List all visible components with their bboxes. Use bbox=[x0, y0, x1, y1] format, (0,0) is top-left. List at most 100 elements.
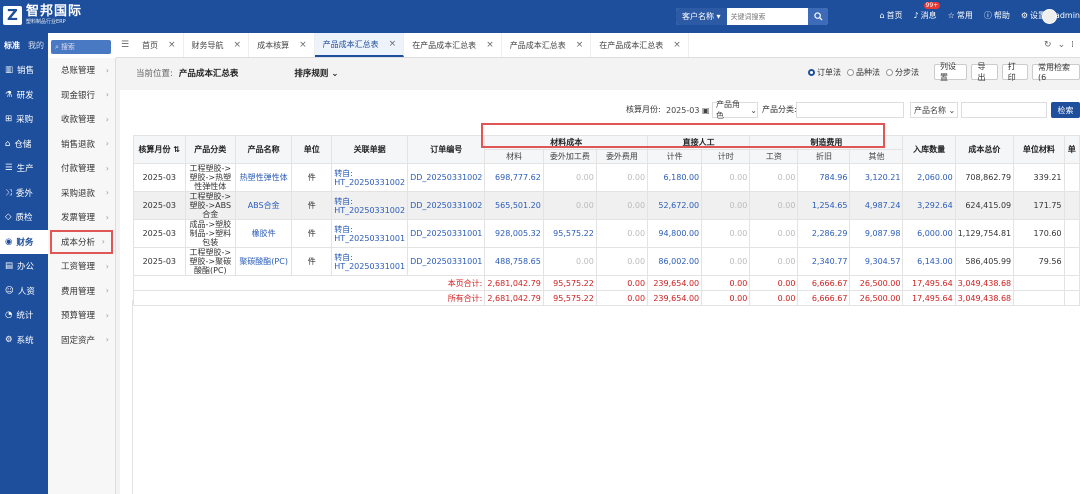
cell-value[interactable]: 6,143.00 bbox=[902, 247, 956, 276]
cell-value[interactable]: 3,292.64 bbox=[902, 191, 956, 220]
cell-value[interactable]: 488,758.65 bbox=[484, 247, 544, 276]
menu-item[interactable]: 工资管理 › bbox=[48, 254, 115, 279]
cell-doc-link[interactable]: 转自: HT_20250331001 bbox=[331, 219, 409, 248]
cell-value[interactable]: 2,340.77 bbox=[797, 247, 851, 276]
radio-variety-method[interactable]: 品种法 bbox=[847, 67, 880, 78]
search-scope-select[interactable]: 客户名称 ▾ bbox=[676, 8, 727, 25]
cell-value[interactable]: 2,286.29 bbox=[797, 219, 851, 248]
cell-value[interactable]: 9,087.98 bbox=[849, 219, 904, 248]
nav-favorites[interactable]: ☆ 常用 bbox=[948, 10, 973, 21]
close-icon[interactable]: × bbox=[234, 40, 242, 50]
sidebar-item-rd[interactable]: ⚗ 研发 bbox=[0, 83, 48, 108]
tab-finance-nav[interactable]: 财务导航 × bbox=[184, 33, 250, 57]
cell-order-link[interactable]: DD_20250331002 bbox=[407, 191, 486, 220]
user-name[interactable]: admin bbox=[1055, 11, 1080, 20]
sidebar-item-quality[interactable]: ◇ 质检 bbox=[0, 205, 48, 230]
menu-item[interactable]: 固定资产 › bbox=[48, 328, 115, 353]
saved-search-button[interactable]: 常用检索(6 bbox=[1032, 63, 1080, 82]
sidebar-item-system[interactable]: ⚙ 系统 bbox=[0, 328, 48, 353]
collapse-menu-icon[interactable]: ☰ bbox=[116, 33, 134, 57]
cell-order-link[interactable]: DD_20250331002 bbox=[407, 163, 486, 192]
menu-item[interactable]: 采购退款 › bbox=[48, 181, 115, 206]
nav-help[interactable]: ⓘ 帮助 bbox=[984, 10, 1010, 21]
radio-step-method[interactable]: 分步法 bbox=[886, 67, 919, 78]
product-name-input[interactable] bbox=[961, 102, 1047, 118]
cell-value[interactable]: 9,304.57 bbox=[849, 247, 904, 276]
sidebar-item-purchase[interactable]: ⊞ 采购 bbox=[0, 107, 48, 132]
sidebar-item-office[interactable]: ▤ 办公 bbox=[0, 254, 48, 279]
search-input[interactable] bbox=[726, 12, 807, 21]
tab-product-cost-summary[interactable]: 产品成本汇总表 × bbox=[314, 33, 405, 57]
cell-name-link[interactable]: 橡胶件 bbox=[234, 219, 293, 248]
cell-name-link[interactable]: ABS合金 bbox=[234, 191, 293, 220]
menu-item-cost-analysis[interactable]: 成本分析 › bbox=[50, 229, 113, 254]
cell-value[interactable]: 52,672.00 bbox=[647, 191, 703, 220]
export-button[interactable]: 导出 bbox=[971, 62, 998, 82]
sidebar-item-sales[interactable]: ▥ 销售 bbox=[0, 58, 48, 83]
cell-value[interactable]: 2,060.00 bbox=[902, 163, 956, 192]
cell-value[interactable]: 784.96 bbox=[797, 163, 851, 192]
tab-wip-cost-summary-2[interactable]: 在产品成本汇总表 × bbox=[591, 33, 689, 57]
cell-order-link[interactable]: DD_20250331001 bbox=[407, 219, 486, 248]
sort-icon[interactable]: ⇅ bbox=[173, 145, 180, 154]
sort-rule-dropdown[interactable]: 排序规则 ⌄ bbox=[294, 67, 338, 79]
tab-product-cost-summary-2[interactable]: 产品成本汇总表 × bbox=[502, 33, 592, 57]
chevron-down-icon[interactable]: ⌄ bbox=[1058, 40, 1066, 50]
cell-name-link[interactable]: 聚碳酸酯(PC) bbox=[234, 247, 293, 276]
menu-item[interactable]: 总账管理 › bbox=[48, 58, 115, 83]
close-icon[interactable]: × bbox=[389, 39, 397, 49]
cell-order-link[interactable]: DD_20250331001 bbox=[407, 247, 486, 276]
menu-item[interactable]: 销售退款 › bbox=[48, 132, 115, 157]
cell-value[interactable]: 928,005.32 bbox=[484, 219, 544, 248]
refresh-icon[interactable]: ↻ bbox=[1044, 40, 1052, 50]
query-button[interactable]: 检索 bbox=[1051, 102, 1080, 118]
radio-order-method[interactable]: 订单法 bbox=[808, 67, 841, 78]
menu-item[interactable]: 付款管理 › bbox=[48, 156, 115, 181]
close-icon[interactable]: × bbox=[576, 40, 584, 50]
cell-value[interactable]: 565,501.20 bbox=[484, 191, 544, 220]
more-icon[interactable]: ⁞ bbox=[1071, 40, 1074, 50]
sidebar-item-finance[interactable]: ◉ 财务 bbox=[0, 229, 48, 254]
cell-value[interactable]: 698,777.62 bbox=[484, 163, 544, 192]
product-name-select[interactable]: 产品名称 ⌄ bbox=[910, 102, 958, 118]
close-icon[interactable]: × bbox=[168, 40, 176, 50]
close-icon[interactable]: × bbox=[673, 40, 681, 50]
cell-value[interactable]: 1,254.65 bbox=[797, 191, 851, 220]
menu-item[interactable]: 发票管理 › bbox=[48, 205, 115, 230]
search-button[interactable] bbox=[808, 8, 828, 25]
cell-value[interactable]: 6,000.00 bbox=[902, 219, 956, 248]
category-input[interactable] bbox=[796, 102, 904, 118]
cell-value[interactable]: 3,120.21 bbox=[849, 163, 904, 192]
sidebar-item-production[interactable]: ☰ 生产 bbox=[0, 156, 48, 181]
tab-wip-cost-summary[interactable]: 在产品成本汇总表 × bbox=[404, 33, 502, 57]
close-icon[interactable]: × bbox=[299, 40, 307, 50]
mode-mine[interactable]: 我的 bbox=[24, 40, 48, 51]
menu-item[interactable]: 费用管理 › bbox=[48, 279, 115, 304]
sidebar-item-warehouse[interactable]: ⌂ 仓储 bbox=[0, 132, 48, 157]
month-picker[interactable]: 2025-03 ▣ bbox=[663, 102, 711, 118]
cell-doc-link[interactable]: 转自: HT_20250331001 bbox=[331, 247, 409, 276]
close-icon[interactable]: × bbox=[486, 40, 494, 50]
cell-doc-link[interactable]: 转自: HT_20250331002 bbox=[331, 191, 409, 220]
menu-item[interactable]: 预算管理 › bbox=[48, 303, 115, 328]
cell-value[interactable]: 95,575.22 bbox=[542, 219, 597, 248]
cell-value[interactable]: 86,002.00 bbox=[647, 247, 703, 276]
cell-value[interactable]: 6,180.00 bbox=[647, 163, 703, 192]
menu-item[interactable]: 收款管理 › bbox=[48, 107, 115, 132]
menu-item[interactable]: 现金银行 › bbox=[48, 83, 115, 108]
col-header-month[interactable]: 核算月份 ⇅ bbox=[133, 135, 186, 164]
sidebar-item-stats[interactable]: ◔ 统计 bbox=[0, 303, 48, 328]
tab-home[interactable]: 首页 × bbox=[134, 33, 184, 57]
product-role-select[interactable]: 产品角色 ⌄ bbox=[712, 100, 758, 120]
nav-home[interactable]: ⌂ 首页 bbox=[879, 10, 902, 21]
sidebar-item-hr[interactable]: ☺ 人资 bbox=[0, 279, 48, 304]
print-button[interactable]: 打印 bbox=[1001, 62, 1029, 82]
mode-standard[interactable]: 标准 bbox=[0, 40, 24, 51]
tab-cost-accounting[interactable]: 成本核算 × bbox=[249, 33, 315, 57]
cell-doc-link[interactable]: 转自: HT_20250331002 bbox=[331, 163, 409, 192]
nav-messages[interactable]: ♪ 99+ 消息 bbox=[914, 2, 941, 21]
menu-search-input[interactable]: ⌕ 搜索 bbox=[51, 40, 111, 54]
column-settings-button[interactable]: 列设置 bbox=[934, 62, 968, 82]
sidebar-item-outsource[interactable]: ⤨ 委外 bbox=[0, 181, 48, 206]
cell-value[interactable]: 94,800.00 bbox=[647, 219, 703, 248]
